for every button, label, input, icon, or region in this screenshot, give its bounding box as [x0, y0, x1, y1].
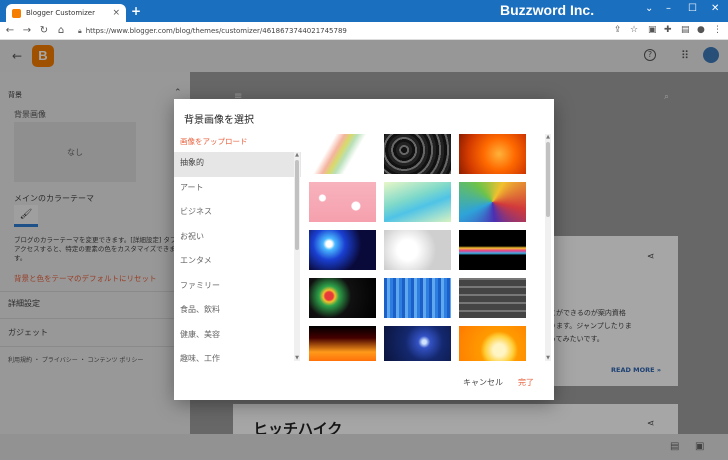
new-tab-button[interactable]: + — [131, 4, 141, 18]
url-text: https://www.blogger.com/blog/themes/cust… — [85, 27, 347, 35]
scroll-up-icon[interactable]: ▲ — [545, 134, 551, 140]
upload-image-link[interactable]: 画像をアップロード — [180, 136, 248, 147]
background-thumbnail-flames[interactable] — [309, 326, 376, 361]
background-thumbnail-blue-light-burst[interactable] — [309, 230, 376, 270]
blogger-favicon-icon — [12, 8, 21, 18]
scroll-down-icon[interactable]: ▼ — [545, 355, 551, 361]
puzzle-icon[interactable]: ✚ — [664, 25, 672, 35]
share-icon[interactable]: ⇪ — [614, 25, 622, 35]
scroll-down-icon[interactable]: ▼ — [294, 355, 300, 361]
image-grid-scrollbar[interactable]: ▲ ▼ — [545, 134, 551, 361]
background-thumbnail-colorful-graffiti[interactable] — [459, 182, 526, 222]
done-button[interactable]: 完了 — [518, 377, 534, 388]
menu-icon[interactable]: ⋮ — [713, 25, 722, 35]
home-icon[interactable]: ⌂ — [54, 25, 68, 36]
background-thumbnail-gray-tiles[interactable] — [459, 278, 526, 318]
extension-icon[interactable]: ▣ — [648, 25, 657, 35]
background-thumbnail-orange-fire-glow[interactable] — [459, 134, 526, 174]
brand-watermark: Buzzword Inc. — [500, 2, 595, 18]
category-item[interactable]: ファミリー — [174, 275, 301, 300]
background-image-dialog: 背景画像を選択 画像をアップロード 抽象的 アート ビジネス お祝い エンタメ ファミリー… — [174, 99, 554, 400]
background-thumbnail-neon-light-streaks[interactable] — [459, 230, 526, 270]
reload-icon[interactable]: ↻ — [37, 25, 51, 36]
browser-tab[interactable]: Blogger Customizer × — [6, 4, 126, 22]
category-item[interactable]: 食品、飲料 — [174, 299, 301, 324]
forward-icon[interactable]: → — [20, 25, 34, 36]
dialog-title: 背景画像を選択 — [184, 115, 254, 126]
background-thumbnail-pink-bokeh[interactable] — [309, 182, 376, 222]
background-thumbnail-orange-floral-swirls[interactable] — [459, 326, 526, 361]
background-thumbnail-dark-bokeh-colors[interactable] — [309, 278, 376, 318]
browser-titlebar: Blogger Customizer × + Buzzword Inc. ⌄ –… — [0, 0, 728, 22]
scroll-up-icon[interactable]: ▲ — [294, 152, 300, 158]
background-thumbnail-green-blue-wave[interactable] — [384, 182, 451, 222]
category-item[interactable]: アート — [174, 177, 301, 202]
background-thumbnail-pastel-ribbons[interactable] — [309, 134, 376, 174]
background-thumbnail-black-swirl-pattern[interactable] — [384, 134, 451, 174]
url-field[interactable]: 🔒︎ https://www.blogger.com/blog/themes/c… — [78, 24, 638, 38]
tab-title: Blogger Customizer — [26, 9, 95, 17]
minimize-icon[interactable]: – — [666, 3, 671, 14]
scrollbar-thumb[interactable] — [546, 142, 550, 217]
back-icon[interactable]: ← — [3, 25, 17, 36]
category-list: 抽象的 アート ビジネス お祝い エンタメ ファミリー 食品、飲料 健康、美容 趣味、工作 — [174, 152, 301, 373]
maximize-icon[interactable]: ☐ — [688, 3, 697, 14]
category-item[interactable]: エンタメ — [174, 250, 301, 275]
category-item[interactable]: 趣味、工作 — [174, 348, 301, 373]
category-item[interactable]: 抽象的 — [174, 152, 301, 177]
cancel-button[interactable]: キャンセル — [463, 377, 503, 388]
lock-icon: 🔒︎ — [78, 26, 82, 35]
image-grid — [309, 134, 537, 361]
sidepanel-icon[interactable]: ▤ — [681, 25, 690, 35]
close-window-icon[interactable]: ✕ — [711, 3, 719, 14]
tab-search-icon[interactable]: ⌄ — [645, 3, 653, 14]
category-item[interactable]: お祝い — [174, 226, 301, 251]
tab-close-icon[interactable]: × — [112, 8, 120, 18]
category-item[interactable]: ビジネス — [174, 201, 301, 226]
background-thumbnail-blue-vertical-lines[interactable] — [384, 278, 451, 318]
category-item[interactable]: 健康、美容 — [174, 324, 301, 349]
bookmark-star-icon[interactable]: ☆ — [630, 25, 638, 35]
category-scrollbar[interactable]: ▲ ▼ — [294, 152, 300, 361]
scrollbar-thumb[interactable] — [295, 160, 299, 250]
background-thumbnail-blue-sparkles[interactable] — [384, 326, 451, 361]
address-bar: ← → ↻ ⌂ 🔒︎ https://www.blogger.com/blog/… — [0, 22, 728, 40]
profile-icon[interactable]: ● — [697, 25, 705, 35]
background-thumbnail-white-bokeh[interactable] — [384, 230, 451, 270]
